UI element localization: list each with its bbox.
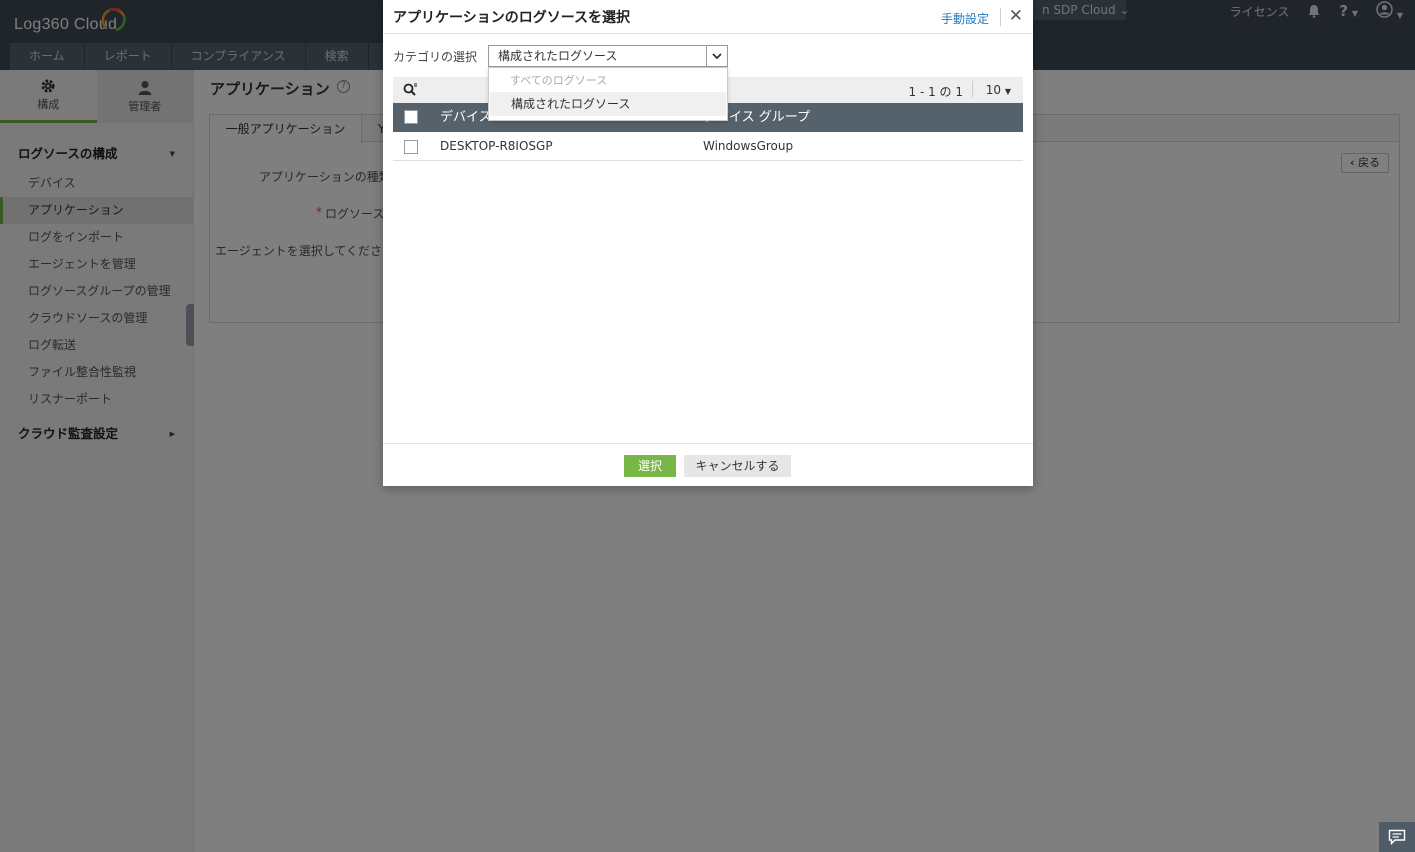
select-all-checkbox[interactable]: [404, 110, 418, 124]
per-page-select[interactable]: 10 ▼: [986, 83, 1011, 97]
select-button[interactable]: 選択: [624, 455, 676, 477]
dialog-title: アプリケーションのログソースを選択: [393, 10, 631, 26]
cell-device-group: WindowsGroup: [703, 139, 794, 153]
pagination-divider: [972, 81, 973, 98]
dropdown-option-configured[interactable]: 構成されたログソース: [490, 92, 726, 116]
cell-device: DESKTOP-R8IOSGP: [440, 139, 553, 153]
dialog-header: アプリケーションのログソースを選択 手動設定 ✕: [383, 0, 1033, 34]
pagination-info: 1 - 1 の 1: [908, 85, 964, 99]
chat-icon: [1388, 829, 1406, 845]
column-header-device[interactable]: デバイス: [440, 103, 492, 132]
chevron-down-icon: [712, 52, 722, 59]
dialog-footer: 選択 キャンセルする: [383, 443, 1033, 486]
caret-down-icon: ▼: [1004, 87, 1011, 96]
header-divider: [1000, 8, 1001, 26]
dropdown-toggle[interactable]: [706, 46, 727, 66]
row-checkbox[interactable]: [404, 140, 418, 154]
category-label: カテゴリの選択: [393, 50, 478, 64]
dropdown-option-header: すべてのログソース: [510, 74, 608, 87]
manual-config-link[interactable]: 手動設定: [941, 10, 989, 27]
chat-button[interactable]: [1379, 822, 1415, 852]
category-dropdown-list: すべてのログソース 構成されたログソース: [488, 67, 728, 121]
category-selected-value: 構成されたログソース: [498, 49, 618, 63]
table-row[interactable]: DESKTOP-R8IOSGP WindowsGroup: [393, 132, 1023, 161]
per-page-value: 10: [985, 83, 1002, 97]
category-select[interactable]: 構成されたログソース: [488, 45, 728, 67]
select-log-source-dialog: アプリケーションのログソースを選択 手動設定 ✕ カテゴリの選択 構成されたログ…: [383, 0, 1033, 486]
search-icon[interactable]: [403, 83, 418, 97]
close-icon[interactable]: ✕: [1009, 6, 1023, 26]
cancel-button[interactable]: キャンセルする: [684, 455, 791, 477]
